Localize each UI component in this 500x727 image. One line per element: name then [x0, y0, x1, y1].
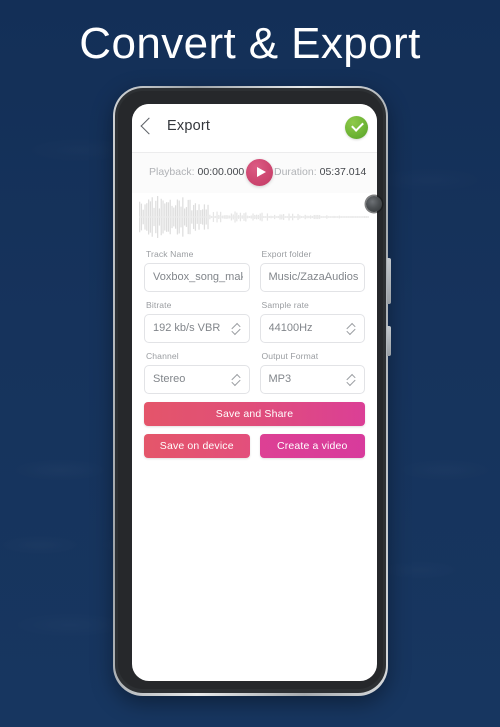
field-value: Voxbox_song_maker_16 — [153, 271, 243, 283]
field-track-name: Track Name Voxbox_song_maker_16 — [144, 249, 250, 292]
output-format-stepper[interactable]: MP3 — [259, 365, 365, 394]
field-label: Sample rate — [261, 300, 309, 310]
field-output-format: Output Format MP3 — [259, 351, 365, 394]
chevron-left-icon[interactable] — [140, 117, 158, 135]
chevron-updown-icon[interactable] — [230, 322, 241, 336]
field-value: 192 kb/s VBR — [153, 322, 221, 334]
camera-punch-hole — [366, 196, 382, 212]
field-channel: Channel Stereo — [144, 351, 250, 394]
volume-button[interactable] — [387, 258, 391, 304]
form-row: Bitrate 192 kb/s VBR Sample rate 44100Hz — [144, 300, 365, 343]
playback-row: Playback: 00:00.000 Duration: 05:37.014 — [132, 153, 377, 193]
phone-mockup: Export Playback: 00:00.000 Duration: 05:… — [113, 86, 391, 696]
audio-waveform[interactable] — [132, 193, 377, 241]
form-row: Track Name Voxbox_song_maker_16 Export f… — [144, 249, 365, 292]
play-button[interactable] — [246, 159, 273, 186]
sample-rate-stepper[interactable]: 44100Hz — [259, 314, 365, 343]
screenshot-root: Convert & Export Export Playback: 00:00.… — [0, 0, 500, 727]
chevron-updown-icon[interactable] — [230, 373, 241, 387]
play-icon — [256, 167, 266, 177]
field-label: Output Format — [261, 351, 319, 361]
waveform-svg — [139, 196, 369, 238]
export-form: Track Name Voxbox_song_maker_16 Export f… — [132, 241, 377, 458]
field-label: Bitrate — [146, 300, 172, 310]
bitrate-stepper[interactable]: 192 kb/s VBR — [144, 314, 250, 343]
secondary-button-row: Save on device Create a video — [144, 434, 365, 458]
duration-value: 05:37.014 — [319, 166, 367, 178]
check-circle-icon[interactable] — [345, 116, 368, 139]
power-button[interactable] — [387, 326, 391, 356]
phone-screen: Export Playback: 00:00.000 Duration: 05:… — [132, 104, 377, 681]
export-folder-input[interactable]: Music/ZazaAudios — [259, 263, 365, 292]
field-label: Track Name — [146, 249, 194, 259]
track-name-input[interactable]: Voxbox_song_maker_16 — [144, 263, 250, 292]
page-title: Convert & Export — [79, 19, 421, 68]
field-export-folder: Export folder Music/ZazaAudios — [259, 249, 365, 292]
duration-time: Duration: 05:37.014 — [274, 166, 366, 178]
playback-time: Playback: 00:00.000 — [149, 166, 244, 178]
field-value: Music/ZazaAudios — [268, 271, 359, 283]
header-title: Export — [167, 118, 211, 134]
field-value: MP3 — [268, 373, 292, 385]
field-sample-rate: Sample rate 44100Hz — [259, 300, 365, 343]
duration-label: Duration: — [274, 166, 317, 178]
create-a-video-button[interactable]: Create a video — [259, 434, 365, 458]
channel-stepper[interactable]: Stereo — [144, 365, 250, 394]
field-bitrate: Bitrate 192 kb/s VBR — [144, 300, 250, 343]
app-header: Export — [132, 104, 377, 153]
field-value: Stereo — [153, 373, 186, 385]
phone-inner-bezel: Export Playback: 00:00.000 Duration: 05:… — [118, 91, 383, 689]
save-and-share-button[interactable]: Save and Share — [144, 402, 365, 426]
save-on-device-button[interactable]: Save on device — [144, 434, 250, 458]
form-row: Channel Stereo Output Format MP3 — [144, 351, 365, 394]
phone-bezel: Export Playback: 00:00.000 Duration: 05:… — [115, 88, 386, 693]
playback-value: 00:00.000 — [197, 166, 245, 178]
chevron-updown-icon[interactable] — [346, 373, 356, 387]
field-label: Channel — [146, 351, 179, 361]
field-label: Export folder — [261, 249, 312, 259]
check-mark — [350, 118, 364, 132]
field-value: 44100Hz — [268, 322, 313, 334]
playback-label: Playback: — [149, 166, 195, 178]
chevron-updown-icon[interactable] — [346, 322, 356, 336]
